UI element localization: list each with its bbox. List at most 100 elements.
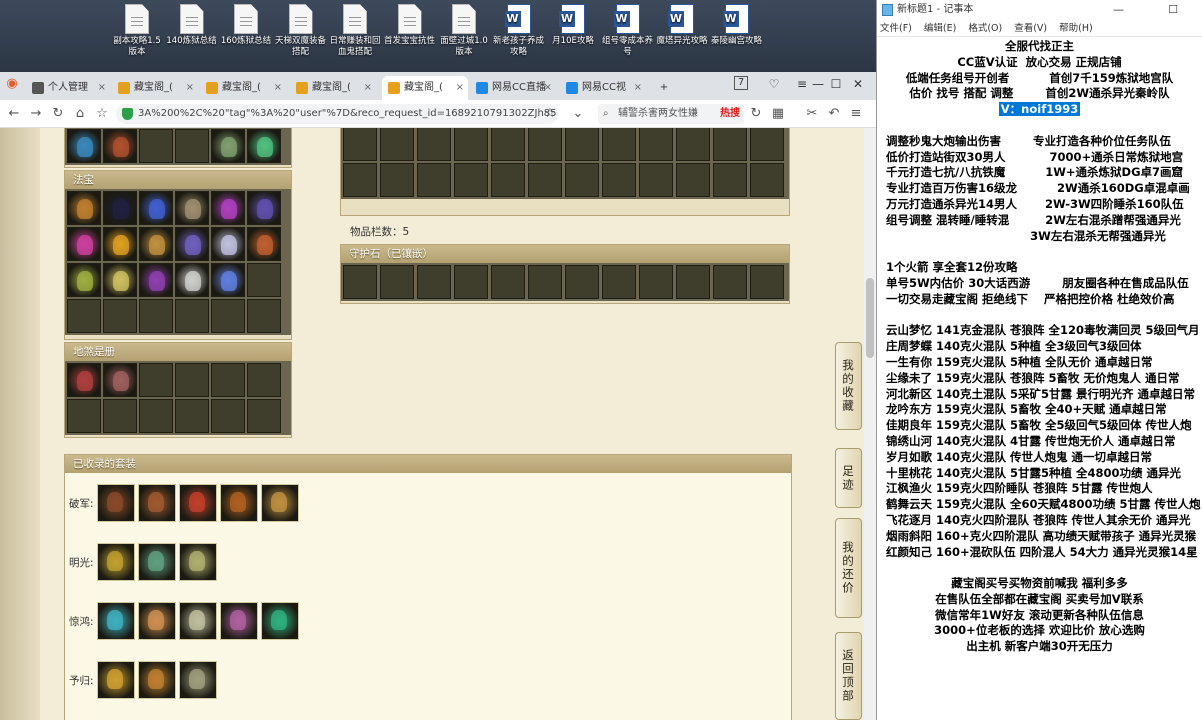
search-box[interactable]: ⌕ 辅警杀害两女性嫌 热搜 bbox=[598, 104, 744, 124]
set-item-slot[interactable] bbox=[179, 484, 217, 522]
desktop-icon[interactable]: 日常赚装和回血鬼搭配 bbox=[328, 4, 382, 58]
set-item-slot[interactable] bbox=[179, 661, 217, 699]
set-item-slot[interactable] bbox=[138, 661, 176, 699]
item-slot[interactable] bbox=[139, 263, 173, 297]
scrollbar[interactable] bbox=[864, 128, 876, 720]
item-slot[interactable] bbox=[67, 227, 101, 261]
item-slot[interactable] bbox=[103, 263, 137, 297]
star-icon[interactable]: ☆ bbox=[540, 104, 560, 124]
set-item-slot[interactable] bbox=[97, 602, 135, 640]
hot-search-badge[interactable]: 热搜 bbox=[720, 104, 740, 124]
item-slot[interactable] bbox=[211, 263, 245, 297]
browser-tab[interactable]: 藏宝阁_(× bbox=[112, 76, 198, 100]
tab-close-icon[interactable]: × bbox=[364, 76, 372, 100]
skin-icon[interactable]: ♡ bbox=[764, 74, 784, 94]
item-slot[interactable] bbox=[211, 227, 245, 261]
desktop-icon[interactable]: 组号零成本养号 bbox=[601, 4, 655, 58]
tab-close-icon[interactable]: × bbox=[274, 76, 282, 100]
tab-close-icon[interactable]: × bbox=[98, 76, 106, 100]
minimize-icon[interactable]: — bbox=[808, 74, 828, 94]
item-slot[interactable] bbox=[103, 363, 137, 397]
item-slot[interactable] bbox=[139, 227, 173, 261]
desktop-icon[interactable]: 月10E攻略 bbox=[546, 4, 600, 47]
item-slot[interactable] bbox=[175, 227, 209, 261]
set-item-slot[interactable] bbox=[138, 602, 176, 640]
refresh-icon[interactable]: ↻ bbox=[48, 104, 68, 124]
item-slot[interactable] bbox=[211, 191, 245, 225]
home-icon[interactable]: ⌂ bbox=[70, 104, 90, 124]
side-button[interactable]: 我的收藏 bbox=[835, 342, 862, 430]
item-slot[interactable] bbox=[247, 227, 281, 261]
address-bar[interactable]: 3A%200%2C%20"tag"%3A%20"user"%7D&reco_re… bbox=[116, 104, 558, 124]
side-button[interactable]: 足迹 bbox=[835, 448, 862, 508]
reload-icon[interactable]: ↻ bbox=[746, 104, 766, 124]
close-icon[interactable]: ✕ bbox=[848, 74, 868, 94]
grid-icon[interactable]: ▦ bbox=[768, 104, 788, 124]
back-icon[interactable]: ← bbox=[4, 104, 24, 124]
side-button[interactable]: 返回顶部 bbox=[835, 632, 862, 720]
item-slot[interactable] bbox=[103, 227, 137, 261]
item-slot[interactable] bbox=[175, 191, 209, 225]
desktop-icon[interactable]: 天梯双魔装备搭配 bbox=[274, 4, 328, 58]
set-item-slot[interactable] bbox=[179, 602, 217, 640]
tab-close-icon[interactable]: × bbox=[456, 76, 464, 100]
desktop-icon[interactable]: 140炼狱总结 bbox=[165, 4, 219, 47]
desktop-icon[interactable]: 面壁过城1.0版本 bbox=[437, 4, 491, 58]
side-button[interactable]: 我的还价 bbox=[835, 518, 862, 618]
item-slot[interactable] bbox=[103, 129, 137, 163]
item-slot[interactable] bbox=[67, 363, 101, 397]
set-item-slot[interactable] bbox=[138, 543, 176, 581]
notepad-menu-item[interactable]: 查看(V) bbox=[1014, 23, 1047, 34]
undo-icon[interactable]: ↶ bbox=[824, 104, 844, 124]
set-item-slot[interactable] bbox=[97, 484, 135, 522]
notepad-text[interactable]: 全服代找正主 CC蓝V认证 放心交易 正规店铺 低端任务组号开创者 首创7千159炼… bbox=[877, 37, 1202, 655]
dropdown-icon[interactable]: ⌄ bbox=[568, 104, 588, 124]
desktop-icon[interactable]: 首发宝宝抗性 bbox=[383, 4, 437, 47]
set-item-slot[interactable] bbox=[220, 602, 258, 640]
set-item-slot[interactable] bbox=[261, 484, 299, 522]
desktop-icon[interactable]: 160炼狱总结 bbox=[219, 4, 273, 47]
notepad-menu-item[interactable]: 文件(F) bbox=[880, 23, 912, 34]
browser-tab[interactable]: 个人管理 × bbox=[26, 76, 110, 100]
tab-close-icon[interactable]: × bbox=[186, 76, 194, 100]
item-slot[interactable] bbox=[67, 263, 101, 297]
item-slot[interactable] bbox=[247, 129, 281, 163]
selected-contact[interactable]: V：noif1993 bbox=[998, 102, 1081, 117]
tab-close-icon[interactable]: × bbox=[634, 76, 642, 100]
desktop-icon[interactable]: 秦陵幽宫攻略 bbox=[710, 4, 764, 47]
set-item-slot[interactable] bbox=[97, 543, 135, 581]
set-item-slot[interactable] bbox=[179, 543, 217, 581]
item-slot[interactable] bbox=[103, 191, 137, 225]
np-minimize-icon[interactable]: — bbox=[1113, 0, 1124, 20]
item-slot[interactable] bbox=[175, 263, 209, 297]
tab-close-icon[interactable]: × bbox=[544, 76, 552, 100]
item-slot[interactable] bbox=[211, 129, 245, 163]
scrollbar-thumb[interactable] bbox=[866, 278, 874, 358]
np-maximize-icon[interactable]: ☐ bbox=[1168, 0, 1178, 20]
set-item-slot[interactable] bbox=[138, 484, 176, 522]
browser-tab[interactable]: 网易CC视 × bbox=[560, 76, 646, 100]
cut-icon[interactable]: ✂ bbox=[802, 104, 822, 124]
notepad-menu-item[interactable]: 格式(O) bbox=[968, 23, 1002, 34]
browser-tab[interactable]: 藏宝阁_(× bbox=[290, 76, 376, 100]
notepad-menu-item[interactable]: 编辑(E) bbox=[924, 23, 956, 34]
new-tab-button[interactable]: + bbox=[654, 76, 674, 100]
maximize-icon[interactable]: ☐ bbox=[826, 74, 846, 94]
desktop-icon[interactable]: 新老孩子养成攻略 bbox=[492, 4, 546, 58]
set-item-slot[interactable] bbox=[220, 484, 258, 522]
set-item-slot[interactable] bbox=[261, 602, 299, 640]
more-menu-icon[interactable]: ≡ bbox=[846, 104, 866, 124]
item-slot[interactable] bbox=[139, 191, 173, 225]
item-slot[interactable] bbox=[67, 129, 101, 163]
item-slot[interactable] bbox=[67, 191, 101, 225]
tab-count-badge[interactable]: 7 bbox=[734, 76, 748, 90]
set-item-slot[interactable] bbox=[97, 661, 135, 699]
item-slot[interactable] bbox=[247, 191, 281, 225]
browser-logo-icon[interactable]: ◉ bbox=[2, 74, 22, 94]
browser-tab[interactable]: 藏宝阁_(× bbox=[200, 76, 286, 100]
forward-icon[interactable]: → bbox=[26, 104, 46, 124]
browser-tab[interactable]: 藏宝阁_(× bbox=[382, 76, 468, 100]
browser-tab[interactable]: 网易CC直播 × bbox=[470, 76, 556, 100]
notepad-menu-item[interactable]: 帮助(H) bbox=[1059, 23, 1093, 34]
bookmark-icon[interactable]: ☆ bbox=[92, 104, 112, 124]
